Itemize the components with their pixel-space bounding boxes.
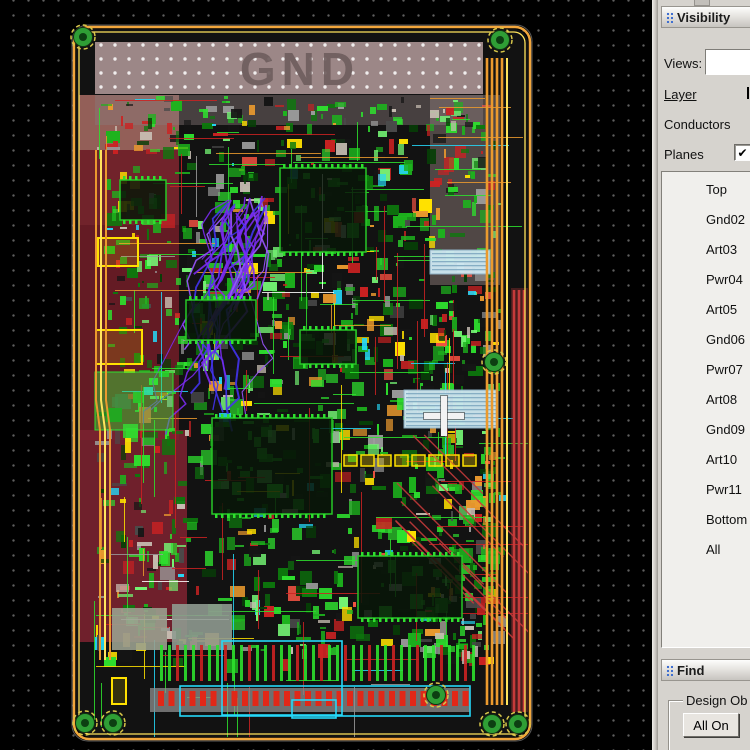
find-panel-title: Find [677,663,704,678]
layer-list: TopGnd02Art03Pwr04Art05Gnd06Pwr07Art08Gn… [661,171,750,648]
layer-list-item-bottom[interactable]: Bottom [702,512,750,542]
planes-checkbox[interactable]: ✔ [734,144,750,161]
grip-dots-icon [666,665,673,676]
layer-list-item-art08[interactable]: Art08 [702,392,750,422]
conductors-row-label[interactable]: Conductors [664,117,730,132]
layer-list-item-art03[interactable]: Art03 [702,242,750,272]
layer-list-item-gnd02[interactable]: Gnd02 [702,212,750,242]
find-panel-header[interactable]: Find [661,659,750,681]
right-dock-panel: Visibility Views: Layer Conductors Plane… [658,0,750,750]
visibility-panel-header[interactable]: Visibility [661,6,750,28]
all-on-button[interactable]: All On [683,713,739,737]
planes-row-label[interactable]: Planes [664,147,704,162]
layer-list-item-art05[interactable]: Art05 [702,302,750,332]
design-object-group-box: Design Ob All On [668,700,750,750]
design-object-group-label: Design Ob [683,693,750,708]
views-input[interactable] [705,49,750,75]
second-column-header-partial [747,87,749,99]
layer-list-item-art10[interactable]: Art10 [702,452,750,482]
gnd-plane-label: GND [240,43,360,95]
grip-dots-icon [666,12,673,23]
layer-list-item-pwr04[interactable]: Pwr04 [702,272,750,302]
layer-list-item-gnd09[interactable]: Gnd09 [702,422,750,452]
layer-column-header[interactable]: Layer [664,87,697,102]
layer-list-item-pwr11[interactable]: Pwr11 [702,482,750,512]
layer-list-item-top[interactable]: Top [702,182,750,212]
layer-list-item-pwr07[interactable]: Pwr07 [702,362,750,392]
application-window: GND Visibility Views: Layer Conductors P… [0,0,750,750]
views-label: Views: [664,56,702,71]
layer-list-item-all[interactable]: All [702,542,750,572]
pcb-board-graphic: GND [0,0,652,750]
layer-list-item-gnd06[interactable]: Gnd06 [702,332,750,362]
visibility-panel-title: Visibility [677,10,730,25]
pcb-canvas[interactable]: GND [0,0,652,750]
